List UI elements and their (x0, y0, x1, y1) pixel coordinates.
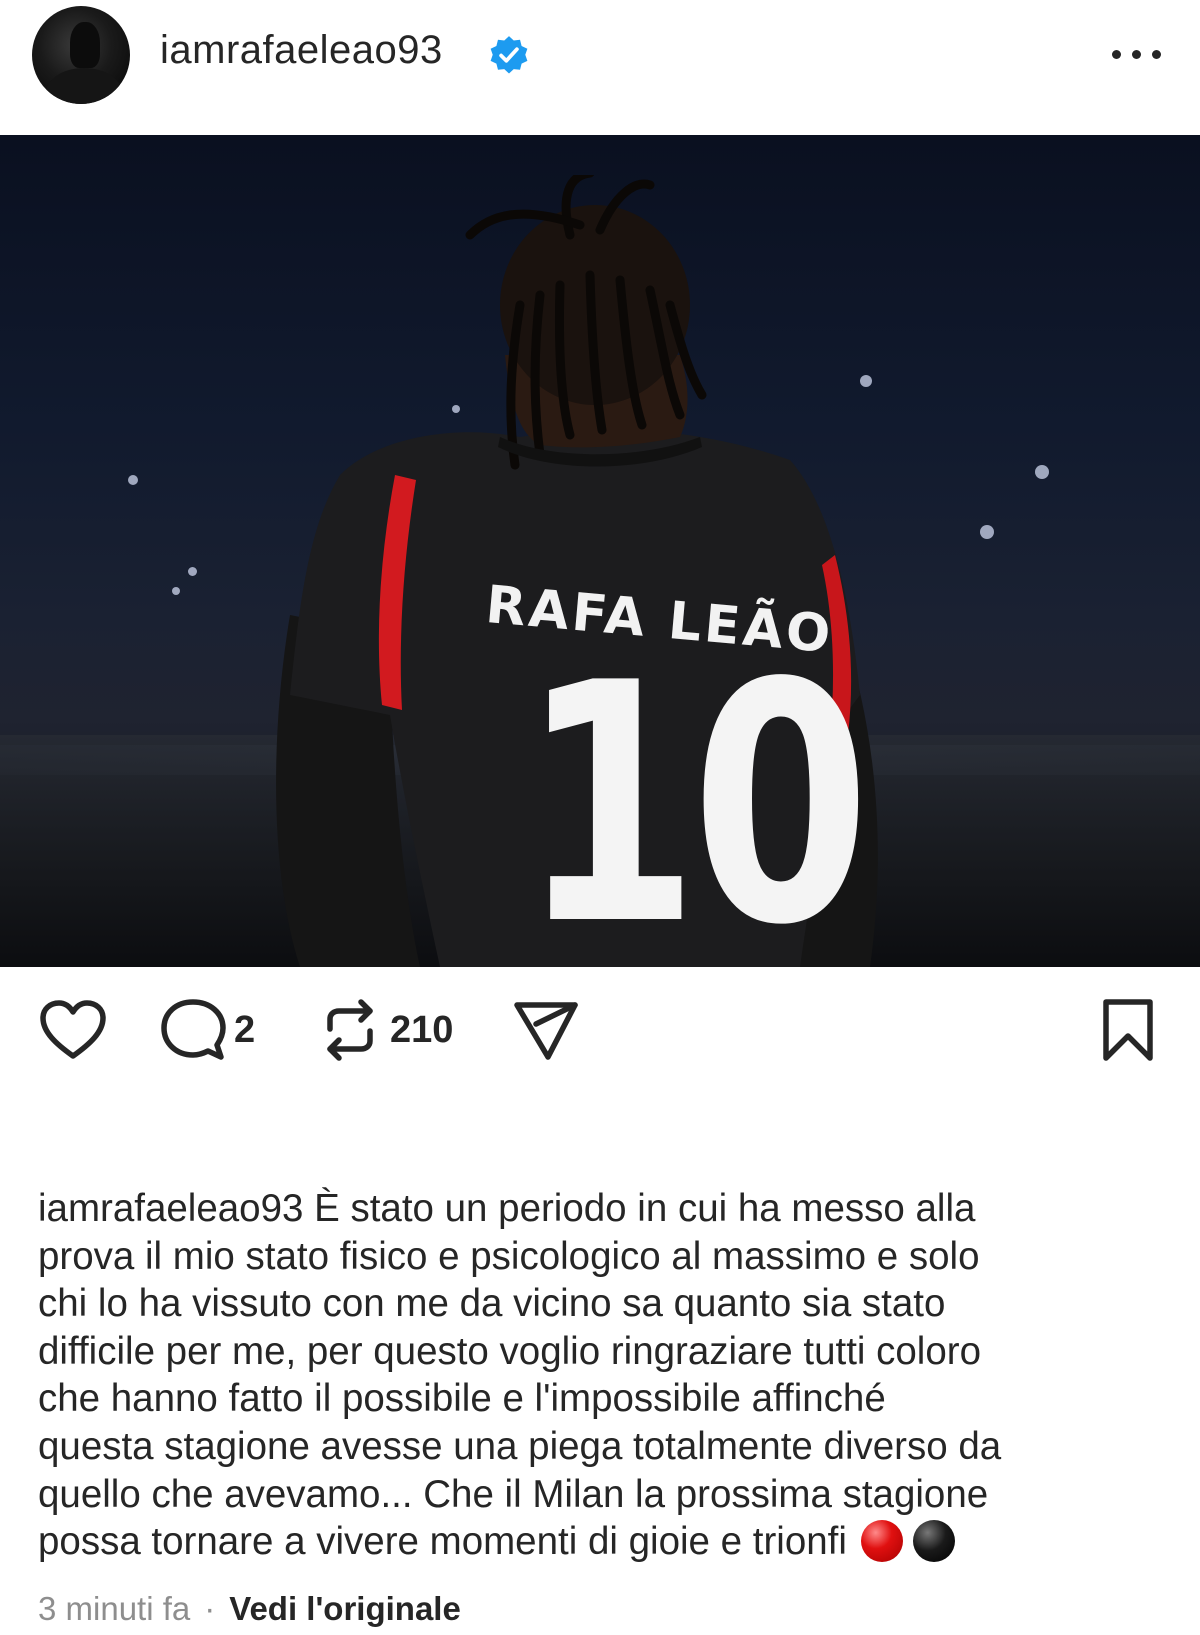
post-timestamp: 3 minuti fa (38, 1590, 191, 1627)
repost-count: 210 (390, 1008, 454, 1051)
post-image[interactable]: RAFA LEÃO 10 (0, 135, 1200, 967)
share-button[interactable] (512, 990, 580, 1070)
more-dot-icon (1132, 50, 1141, 59)
stadium-light (980, 525, 994, 539)
comment-count: 2 (234, 1008, 256, 1051)
heart-icon (40, 1000, 106, 1059)
verified-badge-icon (490, 36, 528, 74)
post-header: iamrafaeleao93 (0, 0, 1200, 135)
caption-username[interactable]: iamrafaeleao93 (38, 1187, 303, 1230)
stadium-light (128, 475, 138, 485)
stadium-light (172, 587, 180, 595)
avatar-figure-body (46, 68, 122, 104)
meta-separator: · (204, 1590, 216, 1627)
comment-icon (161, 999, 226, 1060)
like-button[interactable] (38, 990, 108, 1070)
more-dot-icon (1152, 50, 1161, 59)
jersey-number-text: 10 (520, 613, 870, 967)
red-circle-icon (860, 1520, 903, 1563)
stadium-light (1035, 465, 1049, 479)
post-action-bar: 2 210 (0, 990, 1200, 1080)
black-circle-icon (912, 1520, 955, 1563)
avatar-figure-head (70, 22, 100, 68)
stadium-light (188, 567, 197, 576)
post-username[interactable]: iamrafaeleao93 (160, 28, 443, 73)
save-button[interactable] (1098, 990, 1158, 1070)
post-caption: iamrafaeleao93 È stato un periodo in cui… (38, 1185, 1168, 1566)
see-original-link[interactable]: Vedi l'originale (229, 1590, 461, 1627)
caption-text: È stato un periodo in cui ha messo alla … (38, 1187, 1002, 1564)
more-options-button[interactable] (1108, 32, 1168, 72)
comment-button[interactable]: 2 (160, 990, 255, 1070)
repost-icon (327, 999, 373, 1061)
bookmark-icon (1103, 999, 1153, 1061)
repost-button[interactable]: 210 (318, 990, 453, 1070)
more-dot-icon (1112, 50, 1121, 59)
profile-avatar[interactable] (32, 6, 130, 104)
send-icon (514, 1002, 578, 1060)
post-meta: 3 minuti fa · Vedi l'originale (38, 1590, 461, 1628)
